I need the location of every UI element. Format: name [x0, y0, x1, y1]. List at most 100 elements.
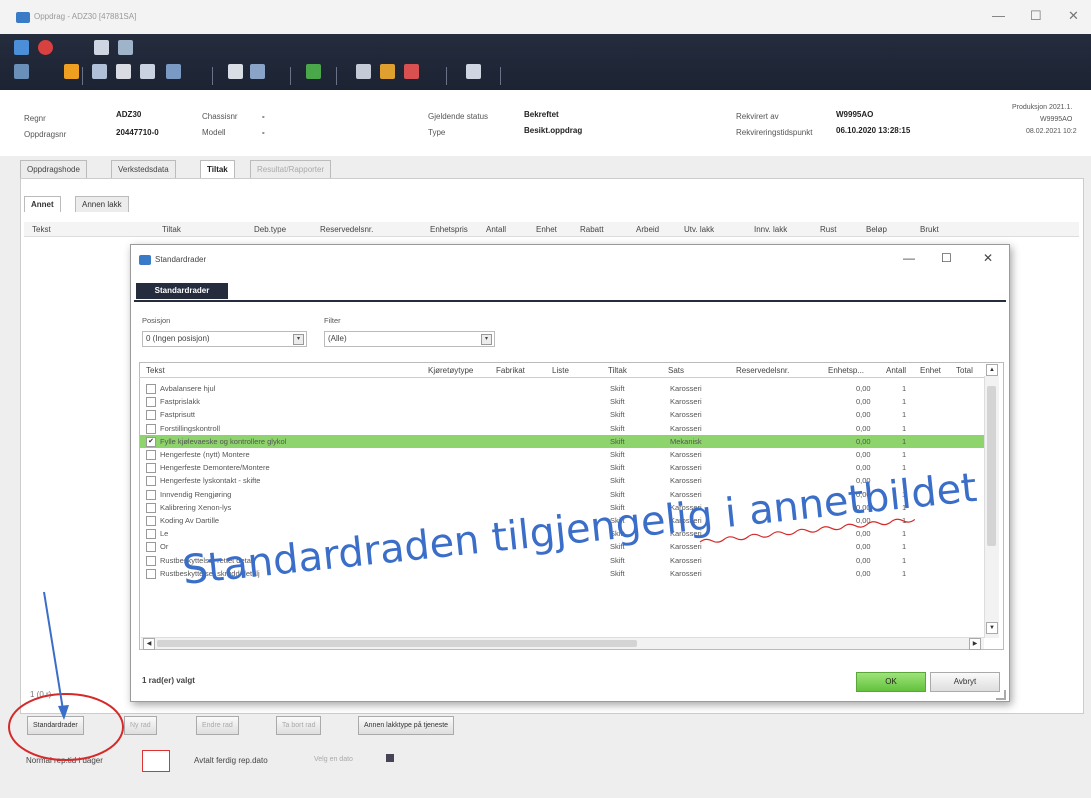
dcol-kjoretoytype[interactable]: Kjøretøytype [428, 366, 473, 375]
dcol-fabrikat[interactable]: Fabrikat [496, 366, 525, 375]
minimize-button[interactable]: — [992, 8, 1005, 23]
export-icon[interactable] [466, 64, 481, 79]
dialog-close-button[interactable]: ✕ [983, 251, 993, 265]
row-checkbox[interactable] [146, 529, 156, 540]
dcol-liste[interactable]: Liste [552, 366, 569, 375]
people-icon[interactable] [380, 64, 395, 79]
col-antall[interactable]: Antall [486, 225, 506, 234]
row-checkbox[interactable] [146, 410, 156, 421]
col-tekst[interactable]: Tekst [32, 225, 51, 234]
col-brukt[interactable]: Brukt [920, 225, 939, 234]
document-icon[interactable] [116, 64, 131, 79]
dialog-maximize-button[interactable]: ☐ [941, 251, 952, 265]
annen-lakktype-button[interactable]: Annen lakktype på tjeneste [358, 716, 455, 735]
calendar-icon[interactable] [386, 754, 394, 762]
col-belop[interactable]: Beløp [866, 225, 887, 234]
row-checkbox[interactable] [146, 542, 156, 553]
flag-icon[interactable] [404, 64, 419, 79]
row-checkbox[interactable]: ✔ [146, 436, 156, 447]
dcol-tiltak[interactable]: Tiltak [608, 366, 627, 375]
list-item[interactable]: Forstillingskontroll Skift Karosseri 0,00 1 [140, 422, 986, 435]
close-icon[interactable] [38, 40, 53, 55]
save-icon[interactable] [14, 40, 29, 55]
list-icon[interactable] [250, 64, 265, 79]
col-utv-lakk[interactable]: Utv. lakk [684, 225, 714, 234]
row-checkbox[interactable] [146, 397, 156, 408]
filter-select[interactable]: (Alle) ▾ [324, 331, 495, 347]
list-item[interactable]: Hengerfeste (nytt) Montere Skift Karosseri… [140, 448, 986, 461]
row-checkbox[interactable] [146, 516, 156, 526]
list-item[interactable]: ✔ Fylle kjølevaeske og kontrollere glykol… [140, 434, 986, 448]
scroll-right-icon[interactable]: ▶ [969, 638, 981, 650]
dcol-enhet[interactable]: Enhet [920, 366, 941, 375]
dcol-sats[interactable]: Sats [668, 366, 684, 375]
endre-rad-button[interactable]: Endre rad [196, 716, 239, 735]
hscroll-thumb[interactable] [157, 640, 637, 647]
col-tiltak[interactable]: Tiltak [162, 225, 181, 234]
scroll-thumb[interactable] [987, 386, 996, 546]
date-input[interactable]: Velg en dato [314, 756, 353, 763]
row-checkbox[interactable] [146, 463, 156, 474]
list-item[interactable]: Fastprislakk Skift Karosseri 0,00 1 [140, 395, 986, 408]
dcol-tekst[interactable]: Tekst [146, 366, 165, 375]
close-window-button[interactable]: ✕ [1068, 8, 1079, 24]
col-reservedelsnr[interactable]: Reservedelsnr. [320, 225, 373, 234]
cell-tekst: Or [160, 542, 169, 552]
standardrader-button[interactable]: Standardrader [27, 716, 84, 735]
list-item[interactable]: Fastprisutt Skift Karosseri 0,00 1 [140, 408, 986, 421]
col-innv-lakk[interactable]: Innv. lakk [754, 225, 787, 234]
scroll-left-icon[interactable]: ◀ [143, 638, 155, 650]
posisjon-select[interactable]: 0 (Ingen posisjon) ▾ [142, 331, 307, 347]
resize-grip-icon[interactable] [996, 690, 1006, 700]
dcol-total[interactable]: Total [956, 366, 973, 375]
ok-button[interactable]: OK [856, 672, 926, 692]
scroll-down-icon[interactable]: ▼ [986, 622, 998, 634]
row-checkbox[interactable] [146, 476, 156, 487]
card-icon[interactable] [356, 64, 371, 79]
tool-icon[interactable] [14, 64, 29, 79]
refresh-icon[interactable] [306, 64, 321, 79]
dcol-reservedelsnr[interactable]: Reservedelsnr. [736, 366, 789, 375]
col-enhet[interactable]: Enhet [536, 225, 557, 234]
print-icon[interactable] [94, 40, 109, 55]
col-debtype[interactable]: Deb.type [254, 225, 286, 234]
preview-icon[interactable] [118, 40, 133, 55]
list-item[interactable]: Hengerfeste Demontere/Montere Skift Kaross… [140, 461, 986, 474]
table-icon[interactable] [140, 64, 155, 79]
dcol-antall[interactable]: Antall [886, 366, 906, 375]
list-item[interactable]: Avbalansere hjul Skift Karosseri 0,00 1 [140, 382, 986, 395]
report-icon[interactable] [166, 64, 181, 79]
horizontal-scrollbar[interactable]: ◀ ▶ [141, 637, 984, 650]
dcol-enhetspris[interactable]: Enhetsp... [828, 366, 864, 375]
row-checkbox[interactable] [146, 384, 156, 394]
vehicle-icon[interactable] [92, 64, 107, 79]
normal-rep-tid-input[interactable] [142, 750, 170, 772]
form-icon[interactable] [228, 64, 243, 79]
edit-icon[interactable] [64, 64, 79, 79]
row-checkbox[interactable] [146, 489, 156, 500]
row-checkbox[interactable] [146, 450, 156, 460]
dialog-minimize-button[interactable]: — [903, 251, 915, 265]
subtab-annen-lakk[interactable]: Annen lakk [75, 196, 129, 212]
col-rabatt[interactable]: Rabatt [580, 225, 604, 234]
tab-standardrader[interactable]: Standardrader [136, 283, 228, 299]
cancel-button[interactable]: Avbryt [930, 672, 1000, 692]
tab-oppdragshode[interactable]: Oppdragshode [20, 160, 87, 178]
tab-resultat-rapporter[interactable]: Resultat/Rapporter [250, 160, 332, 178]
col-rust[interactable]: Rust [820, 225, 836, 234]
maximize-button[interactable]: ☐ [1030, 8, 1042, 24]
row-checkbox[interactable] [146, 568, 156, 579]
ta-bort-rad-button[interactable]: Ta bort rad [276, 716, 322, 735]
col-arbeid[interactable]: Arbeid [636, 225, 659, 234]
ny-rad-button[interactable]: Ny rad [124, 716, 157, 735]
scroll-up-icon[interactable]: ▲ [986, 364, 998, 376]
row-checkbox[interactable] [146, 423, 156, 434]
tab-verkstedsdata[interactable]: Verkstedsdata [111, 160, 176, 178]
posisjon-label: Posisjon [142, 316, 171, 325]
col-enhetspris[interactable]: Enhetspris [430, 225, 468, 234]
row-checkbox[interactable] [146, 555, 156, 566]
tab-tiltak[interactable]: Tiltak [200, 160, 235, 178]
row-checkbox[interactable] [146, 502, 156, 513]
vertical-scrollbar[interactable]: ▲ ▼ [984, 364, 999, 638]
subtab-annet[interactable]: Annet [24, 196, 61, 212]
